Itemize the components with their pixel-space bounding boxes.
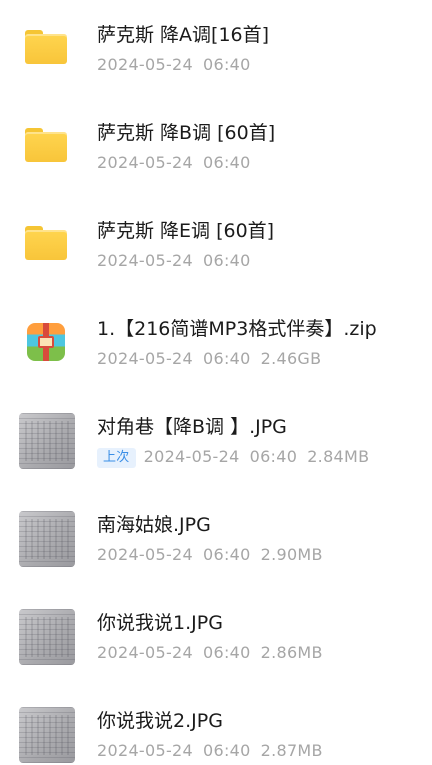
image-thumbnail: [19, 609, 75, 665]
folder-icon: [19, 217, 75, 273]
folder-icon: [19, 21, 75, 77]
archive-icon: [19, 315, 75, 371]
file-time: 06:40: [202, 349, 251, 368]
list-item-image[interactable]: 对角巷【降B调 】.JPG 上次 2024-05-24 06:40 2.84MB: [0, 392, 432, 490]
file-meta: 2024-05-24 06:40 2.86MB: [97, 642, 323, 664]
list-item-image[interactable]: 南海姑娘.JPG 2024-05-24 06:40 2.90MB: [0, 490, 432, 588]
file-date: 2024-05-24: [97, 545, 193, 564]
list-item-folder[interactable]: 萨克斯 降B调 [60首] 2024-05-24 06:40: [0, 98, 432, 196]
file-name: 萨克斯 降E调 [60首]: [97, 220, 275, 242]
file-time: 06:40: [202, 741, 251, 760]
list-item-image[interactable]: 你说我说1.JPG 2024-05-24 06:40 2.86MB: [0, 588, 432, 686]
file-list: 萨克斯 降A调[16首] 2024-05-24 06:40 萨克斯 降B调 [60…: [0, 0, 432, 765]
image-thumbnail: [19, 707, 75, 763]
file-time: 06:40: [202, 545, 251, 564]
file-date: 2024-05-24: [97, 55, 193, 74]
file-meta: 2024-05-24 06:40: [97, 250, 251, 272]
last-opened-badge: 上次: [97, 448, 136, 468]
file-time: 06:40: [202, 251, 251, 270]
file-name: 南海姑娘.JPG: [97, 514, 211, 536]
file-name: 你说我说2.JPG: [97, 710, 223, 732]
file-date: 2024-05-24: [97, 251, 193, 270]
file-date: 2024-05-24: [143, 447, 240, 466]
file-date: 2024-05-24: [97, 153, 193, 172]
file-meta: 2024-05-24 06:40: [97, 152, 251, 174]
list-item-archive[interactable]: 1.【216简谱MP3格式伴奏】.zip 2024-05-24 06:40 2.46…: [0, 294, 432, 392]
file-name: 萨克斯 降A调[16首]: [97, 24, 270, 46]
file-browser: 萨克斯 降A调[16首] 2024-05-24 06:40 萨克斯 降B调 [60…: [0, 0, 432, 765]
folder-icon: [19, 119, 75, 175]
image-thumbnail: [19, 511, 75, 567]
file-meta: 2024-05-24 06:40 2.90MB: [97, 544, 323, 566]
file-meta: 上次 2024-05-24 06:40 2.84MB: [97, 446, 369, 468]
image-thumbnail: [19, 413, 75, 469]
file-time: 06:40: [202, 55, 251, 74]
file-date: 2024-05-24: [97, 741, 193, 760]
file-time: 06:40: [202, 153, 251, 172]
file-meta: 2024-05-24 06:40: [97, 54, 251, 76]
file-size: 2.46GB: [260, 349, 322, 368]
file-name: 你说我说1.JPG: [97, 612, 223, 634]
file-size: 2.86MB: [260, 643, 323, 662]
file-name: 对角巷【降B调 】.JPG: [97, 416, 287, 438]
file-name: 1.【216简谱MP3格式伴奏】.zip: [97, 318, 377, 340]
list-item-folder[interactable]: 萨克斯 降A调[16首] 2024-05-24 06:40: [0, 0, 432, 98]
file-size: 2.84MB: [307, 447, 370, 466]
file-date: 2024-05-24: [97, 349, 193, 368]
file-time: 06:40: [249, 447, 298, 466]
file-meta: 2024-05-24 06:40 2.87MB: [97, 740, 323, 762]
file-date: 2024-05-24: [97, 643, 193, 662]
file-time: 06:40: [202, 643, 251, 662]
file-meta: 2024-05-24 06:40 2.46GB: [97, 348, 321, 370]
list-item-image[interactable]: 你说我说2.JPG 2024-05-24 06:40 2.87MB: [0, 686, 432, 765]
file-size: 2.90MB: [260, 545, 323, 564]
file-size: 2.87MB: [260, 741, 323, 760]
list-item-folder[interactable]: 萨克斯 降E调 [60首] 2024-05-24 06:40: [0, 196, 432, 294]
file-name: 萨克斯 降B调 [60首]: [97, 122, 276, 144]
